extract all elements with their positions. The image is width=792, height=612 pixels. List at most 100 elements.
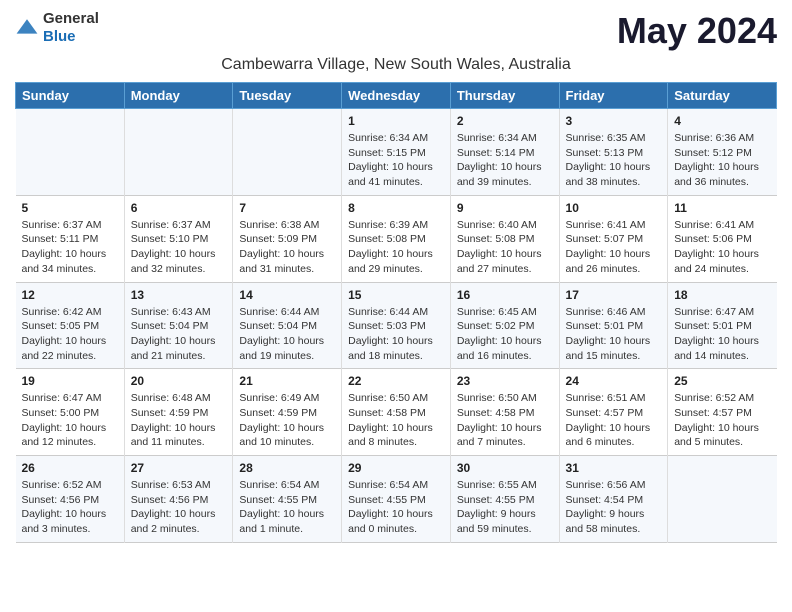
calendar-cell: 6 Sunrise: 6:37 AM Sunset: 5:10 PM Daylig…: [124, 195, 233, 282]
day-number: 19: [22, 374, 118, 388]
day-info: Sunrise: 6:53 AM Sunset: 4:56 PM Dayligh…: [131, 478, 227, 537]
calendar-cell: 4 Sunrise: 6:36 AM Sunset: 5:12 PM Daylig…: [668, 109, 777, 196]
day-number: 13: [131, 288, 227, 302]
day-info: Sunrise: 6:40 AM Sunset: 5:08 PM Dayligh…: [457, 218, 553, 277]
day-info: Sunrise: 6:41 AM Sunset: 5:06 PM Dayligh…: [674, 218, 770, 277]
day-number: 9: [457, 201, 553, 215]
day-number: 12: [22, 288, 118, 302]
day-number: 23: [457, 374, 553, 388]
day-number: 25: [674, 374, 770, 388]
calendar-cell: 28 Sunrise: 6:54 AM Sunset: 4:55 PM Dayli…: [233, 456, 342, 543]
calendar-cell: [16, 109, 125, 196]
day-number: 5: [22, 201, 118, 215]
logo-general: General: [43, 10, 99, 27]
day-info: Sunrise: 6:37 AM Sunset: 5:11 PM Dayligh…: [22, 218, 118, 277]
calendar-cell: 9 Sunrise: 6:40 AM Sunset: 5:08 PM Daylig…: [450, 195, 559, 282]
day-info: Sunrise: 6:38 AM Sunset: 5:09 PM Dayligh…: [239, 218, 335, 277]
calendar-cell: [124, 109, 233, 196]
day-number: 27: [131, 461, 227, 475]
day-number: 11: [674, 201, 770, 215]
day-header-tuesday: Tuesday: [233, 83, 342, 109]
calendar-table: SundayMondayTuesdayWednesdayThursdayFrid…: [15, 82, 777, 543]
calendar-cell: 20 Sunrise: 6:48 AM Sunset: 4:59 PM Dayli…: [124, 369, 233, 456]
day-number: 1: [348, 114, 444, 128]
day-number: 22: [348, 374, 444, 388]
day-number: 16: [457, 288, 553, 302]
day-info: Sunrise: 6:52 AM Sunset: 4:57 PM Dayligh…: [674, 391, 770, 450]
day-info: Sunrise: 6:42 AM Sunset: 5:05 PM Dayligh…: [22, 305, 118, 364]
week-row-2: 5 Sunrise: 6:37 AM Sunset: 5:11 PM Daylig…: [16, 195, 777, 282]
day-number: 28: [239, 461, 335, 475]
calendar-cell: 26Sunrise: 6:52 AM Sunset: 4:56 PM Dayli…: [16, 456, 125, 543]
day-info: Sunrise: 6:43 AM Sunset: 5:04 PM Dayligh…: [131, 305, 227, 364]
calendar-cell: 23 Sunrise: 6:50 AM Sunset: 4:58 PM Dayli…: [450, 369, 559, 456]
calendar-cell: 10Sunrise: 6:41 AM Sunset: 5:07 PM Dayli…: [559, 195, 668, 282]
day-number: 7: [239, 201, 335, 215]
logo-blue: Blue: [43, 28, 76, 45]
day-header-saturday: Saturday: [668, 83, 777, 109]
day-info: Sunrise: 6:44 AM Sunset: 5:03 PM Dayligh…: [348, 305, 444, 364]
day-info: Sunrise: 6:56 AM Sunset: 4:54 PM Dayligh…: [566, 478, 662, 537]
day-info: Sunrise: 6:39 AM Sunset: 5:08 PM Dayligh…: [348, 218, 444, 277]
day-number: 30: [457, 461, 553, 475]
calendar-cell: 2Sunrise: 6:34 AM Sunset: 5:14 PM Daylig…: [450, 109, 559, 196]
day-number: 17: [566, 288, 662, 302]
day-number: 6: [131, 201, 227, 215]
day-info: Sunrise: 6:35 AM Sunset: 5:13 PM Dayligh…: [566, 131, 662, 190]
day-number: 31: [566, 461, 662, 475]
day-info: Sunrise: 6:41 AM Sunset: 5:07 PM Dayligh…: [566, 218, 662, 277]
location-title: Cambewarra Village, New South Wales, Aus…: [15, 56, 777, 74]
calendar-cell: 27 Sunrise: 6:53 AM Sunset: 4:56 PM Dayli…: [124, 456, 233, 543]
day-info: Sunrise: 6:50 AM Sunset: 4:58 PM Dayligh…: [457, 391, 553, 450]
week-row-4: 19Sunrise: 6:47 AM Sunset: 5:00 PM Dayli…: [16, 369, 777, 456]
day-info: Sunrise: 6:54 AM Sunset: 4:55 PM Dayligh…: [239, 478, 335, 537]
day-info: Sunrise: 6:44 AM Sunset: 5:04 PM Dayligh…: [239, 305, 335, 364]
day-info: Sunrise: 6:47 AM Sunset: 5:01 PM Dayligh…: [674, 305, 770, 364]
day-info: Sunrise: 6:45 AM Sunset: 5:02 PM Dayligh…: [457, 305, 553, 364]
day-header-sunday: Sunday: [16, 83, 125, 109]
calendar-cell: 5 Sunrise: 6:37 AM Sunset: 5:11 PM Daylig…: [16, 195, 125, 282]
day-number: 15: [348, 288, 444, 302]
day-info: Sunrise: 6:34 AM Sunset: 5:14 PM Dayligh…: [457, 131, 553, 190]
calendar-cell: [668, 456, 777, 543]
calendar-cell: 17 Sunrise: 6:46 AM Sunset: 5:01 PM Dayli…: [559, 282, 668, 369]
calendar-cell: 25 Sunrise: 6:52 AM Sunset: 4:57 PM Dayli…: [668, 369, 777, 456]
day-info: Sunrise: 6:49 AM Sunset: 4:59 PM Dayligh…: [239, 391, 335, 450]
calendar-cell: 3 Sunrise: 6:35 AM Sunset: 5:13 PM Daylig…: [559, 109, 668, 196]
day-info: Sunrise: 6:50 AM Sunset: 4:58 PM Dayligh…: [348, 391, 444, 450]
day-info: Sunrise: 6:46 AM Sunset: 5:01 PM Dayligh…: [566, 305, 662, 364]
calendar-cell: 29Sunrise: 6:54 AM Sunset: 4:55 PM Dayli…: [342, 456, 451, 543]
logo-icon: [15, 16, 39, 40]
calendar-cell: [233, 109, 342, 196]
day-number: 18: [674, 288, 770, 302]
day-header-friday: Friday: [559, 83, 668, 109]
day-info: Sunrise: 6:51 AM Sunset: 4:57 PM Dayligh…: [566, 391, 662, 450]
calendar-cell: 13 Sunrise: 6:43 AM Sunset: 5:04 PM Dayli…: [124, 282, 233, 369]
day-info: Sunrise: 6:55 AM Sunset: 4:55 PM Dayligh…: [457, 478, 553, 537]
day-info: Sunrise: 6:52 AM Sunset: 4:56 PM Dayligh…: [22, 478, 118, 537]
day-info: Sunrise: 6:48 AM Sunset: 4:59 PM Dayligh…: [131, 391, 227, 450]
week-row-1: 1 Sunrise: 6:34 AM Sunset: 5:15 PM Daylig…: [16, 109, 777, 196]
logo: General Blue: [15, 10, 99, 46]
calendar-cell: 12 Sunrise: 6:42 AM Sunset: 5:05 PM Dayli…: [16, 282, 125, 369]
calendar-cell: 14 Sunrise: 6:44 AM Sunset: 5:04 PM Dayli…: [233, 282, 342, 369]
calendar-cell: 21 Sunrise: 6:49 AM Sunset: 4:59 PM Dayli…: [233, 369, 342, 456]
day-number: 24: [566, 374, 662, 388]
day-number: 14: [239, 288, 335, 302]
day-number: 21: [239, 374, 335, 388]
logo-text: General Blue: [43, 10, 99, 46]
calendar-cell: 16 Sunrise: 6:45 AM Sunset: 5:02 PM Dayli…: [450, 282, 559, 369]
day-number: 20: [131, 374, 227, 388]
day-info: Sunrise: 6:36 AM Sunset: 5:12 PM Dayligh…: [674, 131, 770, 190]
day-header-thursday: Thursday: [450, 83, 559, 109]
header-row: SundayMondayTuesdayWednesdayThursdayFrid…: [16, 83, 777, 109]
day-number: 4: [674, 114, 770, 128]
day-number: 3: [566, 114, 662, 128]
calendar-cell: 8Sunrise: 6:39 AM Sunset: 5:08 PM Daylig…: [342, 195, 451, 282]
calendar-cell: 22 Sunrise: 6:50 AM Sunset: 4:58 PM Dayli…: [342, 369, 451, 456]
calendar-cell: 1 Sunrise: 6:34 AM Sunset: 5:15 PM Daylig…: [342, 109, 451, 196]
day-info: Sunrise: 6:34 AM Sunset: 5:15 PM Dayligh…: [348, 131, 444, 190]
day-info: Sunrise: 6:37 AM Sunset: 5:10 PM Dayligh…: [131, 218, 227, 277]
calendar-cell: 15 Sunrise: 6:44 AM Sunset: 5:03 PM Dayli…: [342, 282, 451, 369]
calendar-cell: 30 Sunrise: 6:55 AM Sunset: 4:55 PM Dayli…: [450, 456, 559, 543]
